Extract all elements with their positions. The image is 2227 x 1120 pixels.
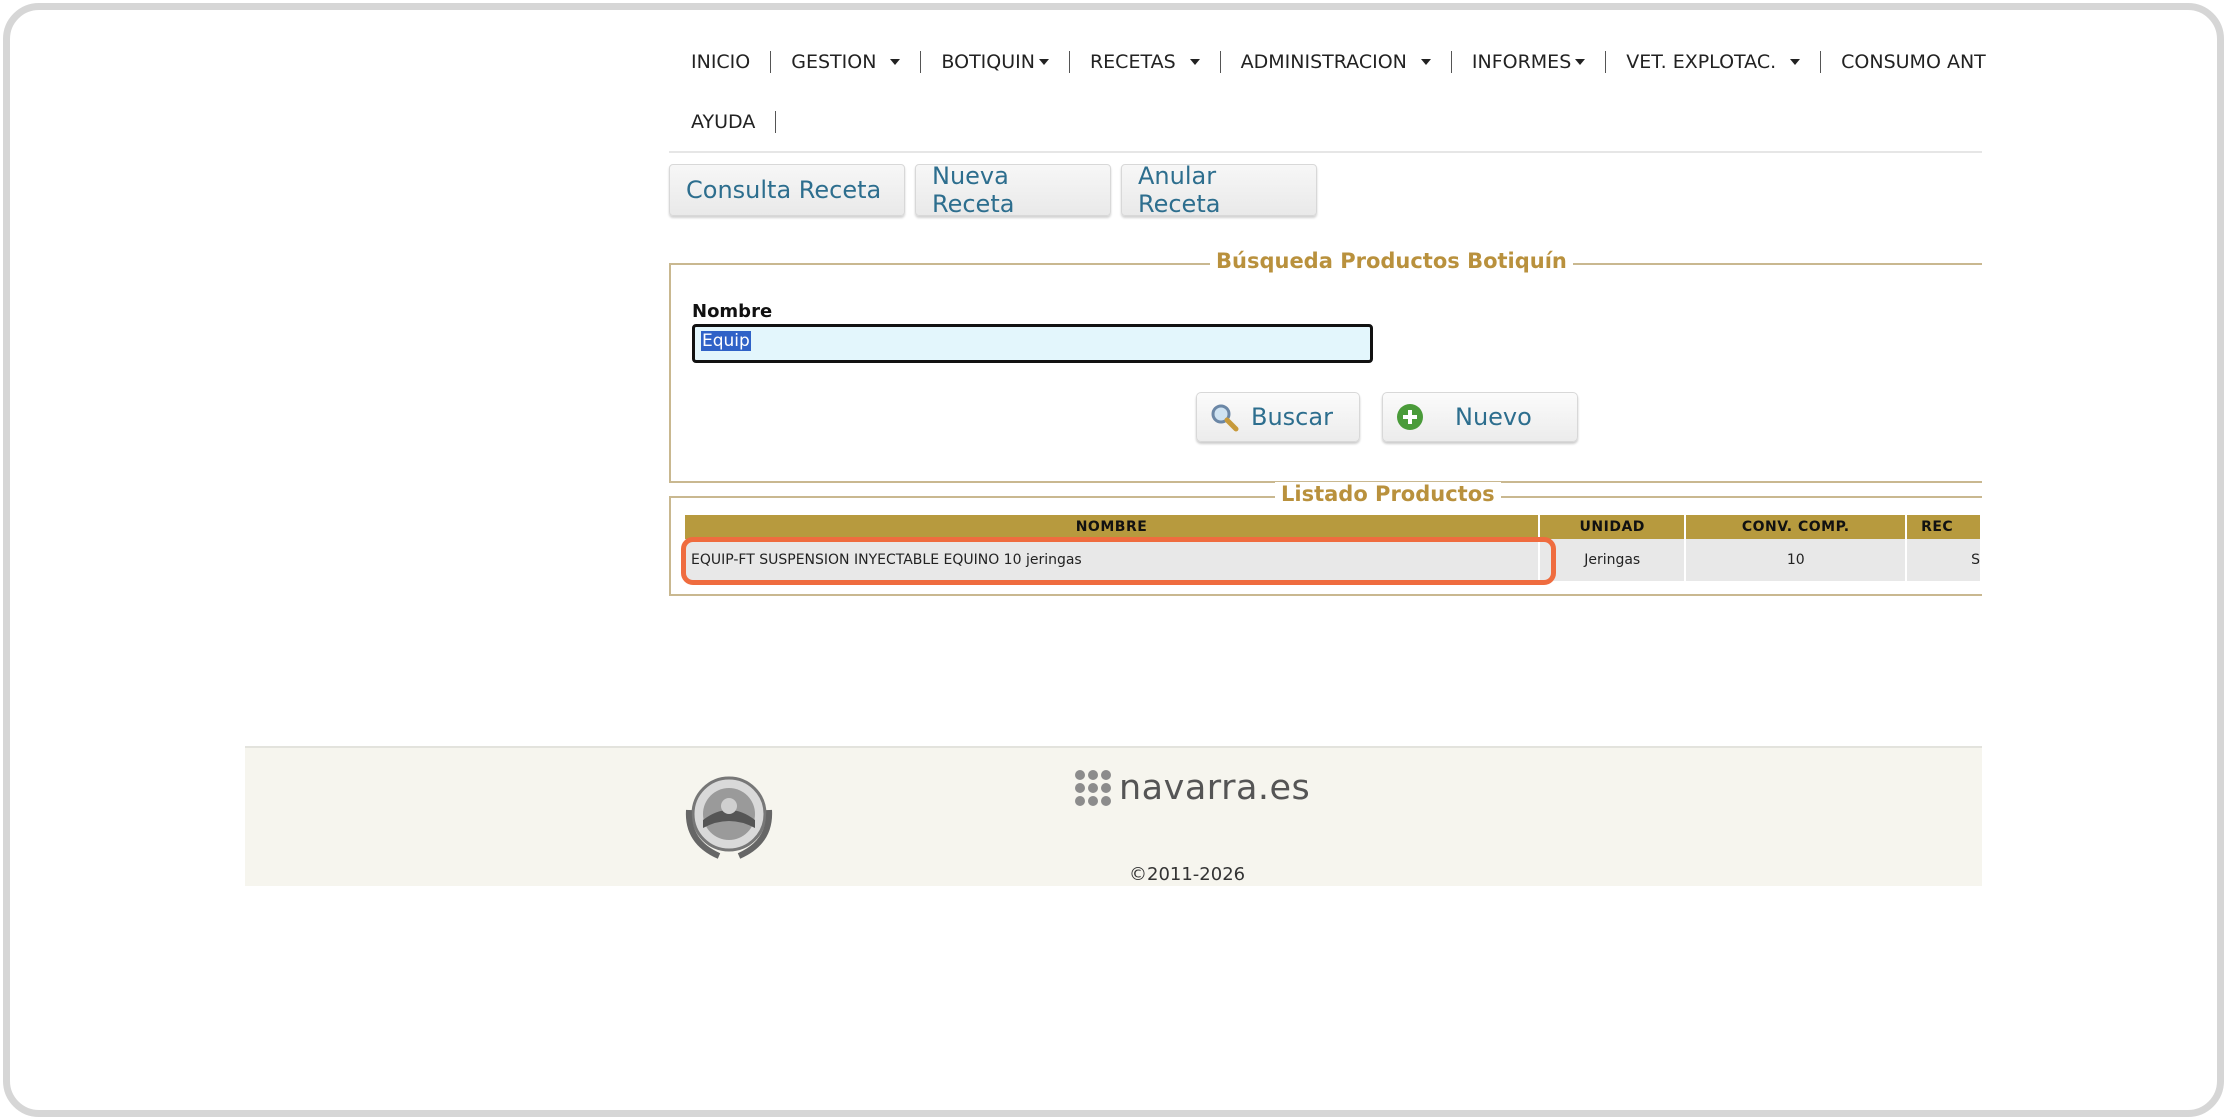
caret-down-icon — [890, 59, 901, 65]
nav-item-vet-explotac[interactable]: VET. EXPLOTAC. — [1606, 51, 1822, 73]
column-header-unidad[interactable]: UNIDAD — [1539, 515, 1687, 539]
nombre-input-value: Equip — [701, 331, 751, 351]
cell-unidad: Jeringas — [1539, 539, 1687, 581]
product-list-panel: Listado Productos NOMBRE UNIDAD CONV. CO… — [669, 482, 1982, 596]
cell-rec: S — [1906, 539, 1982, 581]
caret-down-icon — [1420, 59, 1431, 65]
nombre-input[interactable]: Equip — [692, 324, 1373, 363]
nav-item-ayuda[interactable]: AYUDA — [669, 111, 777, 133]
tab-label: Nueva Receta — [932, 162, 1015, 218]
nuevo-button[interactable]: Nuevo — [1382, 392, 1578, 442]
column-header-conv-comp[interactable]: CONV. COMP. — [1685, 515, 1908, 539]
copyright-text: ©2011-2026 — [1129, 864, 1246, 885]
caret-down-icon — [1189, 59, 1200, 65]
table-header-row: NOMBRE UNIDAD CONV. COMP. REC — [685, 515, 1982, 539]
list-panel-legend: Listado Productos — [1275, 482, 1501, 506]
nav-divider — [669, 151, 1982, 153]
buscar-label: Buscar — [1251, 403, 1333, 431]
nav-item-gestion[interactable]: GESTION — [771, 51, 922, 73]
caret-down-icon — [1575, 59, 1586, 65]
column-header-rec[interactable]: REC — [1906, 515, 1982, 539]
nav-row-primary: INICIO GESTION BOTIQUIN RECETAS ADMINIST… — [669, 36, 1986, 88]
buscar-button[interactable]: Buscar — [1196, 392, 1360, 442]
caret-down-icon — [1790, 59, 1801, 65]
consulta-receta-button[interactable]: Consulta Receta — [669, 164, 905, 216]
search-products-panel: Búsqueda Productos Botiquín Nombre Equip… — [669, 249, 1982, 483]
nav-row-secondary: AYUDA — [669, 96, 1982, 148]
navarra-dots-icon — [1075, 770, 1111, 806]
nav-label: AYUDA — [691, 111, 756, 133]
page-footer: navarra.es ©2011-2026 — [245, 746, 1982, 886]
nav-label: VET. EXPLOTAC. — [1626, 51, 1777, 73]
tab-label: Consulta Receta — [686, 176, 882, 204]
nav-label: INICIO — [691, 51, 751, 73]
nav-label: ADMINISTRACION — [1240, 51, 1407, 73]
search-panel-legend: Búsqueda Productos Botiquín — [1210, 249, 1573, 273]
nueva-receta-button[interactable]: Nueva Receta — [915, 162, 1111, 218]
row-highlight-outline — [681, 537, 1556, 585]
nav-label: CONSUMO ANT — [1841, 51, 1986, 73]
nuevo-label: Nuevo — [1455, 403, 1532, 431]
nav-label: RECETAS — [1089, 51, 1176, 73]
plus-circle-icon — [1395, 402, 1425, 432]
magnifier-icon — [1209, 402, 1239, 432]
nav-item-consumo[interactable]: CONSUMO ANT — [1821, 51, 1986, 73]
nav-label: INFORMES — [1471, 51, 1572, 73]
nombre-label: Nombre — [692, 301, 773, 322]
nav-item-recetas[interactable]: RECETAS — [1070, 51, 1221, 73]
main-nav: INICIO GESTION BOTIQUIN RECETAS ADMINIST… — [669, 36, 1986, 148]
tab-label: Anular Receta — [1138, 162, 1221, 218]
receta-action-tabs: Consulta Receta Nueva Receta Anular Rece… — [669, 162, 1317, 218]
nav-item-inicio[interactable]: INICIO — [669, 51, 772, 73]
cell-conv-comp: 10 — [1685, 539, 1908, 581]
nav-item-administracion[interactable]: ADMINISTRACION — [1221, 51, 1452, 73]
nav-item-informes[interactable]: INFORMES — [1452, 51, 1607, 73]
nav-label: BOTIQUIN — [941, 51, 1035, 73]
government-seal-logo — [679, 770, 779, 866]
navarra-brand-text: navarra.es — [1119, 768, 1311, 808]
column-header-nombre[interactable]: NOMBRE — [685, 515, 1541, 539]
anular-receta-button[interactable]: Anular Receta — [1121, 162, 1317, 218]
navarra-logo[interactable]: navarra.es — [1075, 768, 1310, 808]
caret-down-icon — [1038, 59, 1049, 65]
nav-label: GESTION — [791, 51, 877, 73]
nav-item-botiquin[interactable]: BOTIQUIN — [921, 51, 1070, 73]
